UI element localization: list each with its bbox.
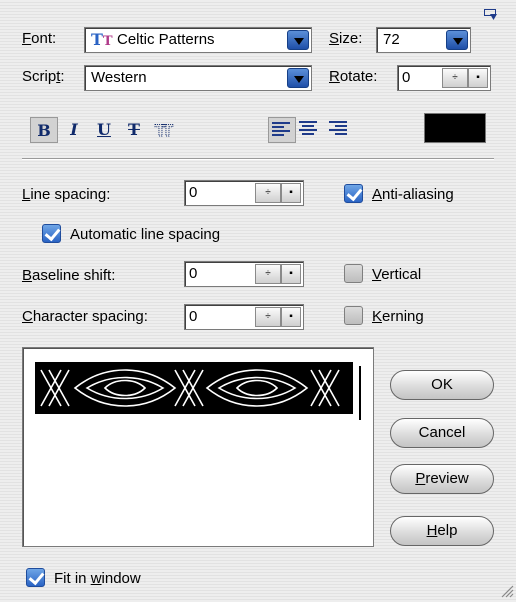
vertical-checkbox[interactable] (344, 264, 363, 283)
align-center-button[interactable] (296, 117, 324, 143)
resize-grip-icon[interactable] (500, 584, 514, 598)
character-spacing-label: Character spacing: (22, 308, 148, 325)
anti-aliasing-label[interactable]: Anti-aliasing (372, 186, 454, 203)
ok-button[interactable]: OK (390, 370, 494, 400)
font-label: Font: (22, 30, 57, 47)
baseline-shift-label: Baseline shift: (22, 267, 116, 284)
help-button[interactable]: Help (390, 516, 494, 546)
baseline-shift-spin-button[interactable]: ÷ (255, 264, 281, 284)
align-right-button[interactable] (326, 117, 354, 143)
outline-text-icon: T T (155, 121, 174, 141)
baseline-shift-field[interactable]: 0 ÷ ▪ (184, 261, 304, 287)
anti-aliasing-checkbox[interactable] (344, 184, 363, 203)
line-spacing-value: 0 (189, 184, 198, 201)
automatic-line-spacing-checkbox[interactable] (42, 224, 61, 243)
separator (22, 158, 494, 160)
script-value: Western (91, 69, 147, 86)
character-spacing-field[interactable]: 0 ÷ ▪ (184, 304, 304, 330)
size-value: 72 (383, 31, 400, 48)
line-spacing-field[interactable]: 0 ÷ ▪ (184, 180, 304, 206)
text-entry-area[interactable] (22, 347, 374, 547)
rotate-value: 0 (402, 69, 411, 86)
strikethrough-button[interactable]: T (120, 117, 148, 143)
character-spacing-value: 0 (189, 308, 198, 325)
line-spacing-label: Line spacing: (22, 186, 111, 203)
font-combo[interactable]: TT Celtic Patterns (84, 27, 312, 53)
vertical-label[interactable]: Vertical (372, 266, 421, 283)
align-left-button[interactable] (268, 117, 296, 143)
celtic-text-preview (35, 362, 353, 414)
font-dropdown-button[interactable] (287, 30, 309, 50)
fit-in-window-label[interactable]: Fit in window (54, 570, 141, 587)
text-cursor (359, 366, 361, 420)
script-label: Script: (22, 68, 65, 85)
script-combo[interactable]: Western (84, 65, 312, 91)
size-dropdown-button[interactable] (446, 30, 468, 50)
svg-text:T: T (162, 121, 173, 140)
script-dropdown-button[interactable] (287, 68, 309, 88)
character-spacing-spin-button[interactable]: ÷ (255, 307, 281, 327)
font-value: Celtic Patterns (117, 31, 215, 48)
rotate-spin-button[interactable]: ÷ (442, 68, 468, 88)
baseline-shift-value: 0 (189, 265, 198, 282)
rotate-field[interactable]: 0 ÷ ▪ (397, 65, 491, 91)
text-color-swatch[interactable] (424, 113, 486, 143)
bold-button[interactable]: B (30, 117, 58, 143)
rotate-label: Rotate: (329, 68, 378, 85)
align-left-icon (272, 122, 294, 140)
truetype-icon: TT (91, 30, 113, 49)
kerning-label[interactable]: Kerning (372, 308, 424, 325)
character-spacing-slider-button[interactable]: ▪ (281, 307, 301, 327)
underline-button[interactable]: U (90, 117, 118, 143)
fit-in-window-checkbox[interactable] (26, 568, 45, 587)
preview-button[interactable]: Preview (390, 464, 494, 494)
line-spacing-spin-button[interactable]: ÷ (255, 183, 281, 203)
italic-button[interactable]: I (60, 117, 88, 143)
expand-icon[interactable] (484, 8, 498, 20)
rotate-slider-button[interactable]: ▪ (468, 68, 488, 88)
size-label: Size: (329, 30, 363, 47)
kerning-checkbox[interactable] (344, 306, 363, 325)
automatic-line-spacing-label[interactable]: Automatic line spacing (70, 226, 220, 243)
size-combo[interactable]: 72 (376, 27, 471, 53)
baseline-shift-slider-button[interactable]: ▪ (281, 264, 301, 284)
align-center-icon (299, 121, 321, 139)
line-spacing-slider-button[interactable]: ▪ (281, 183, 301, 203)
align-right-icon (329, 121, 351, 139)
outline-button[interactable]: T T (150, 117, 178, 143)
cancel-button[interactable]: Cancel (390, 418, 494, 448)
